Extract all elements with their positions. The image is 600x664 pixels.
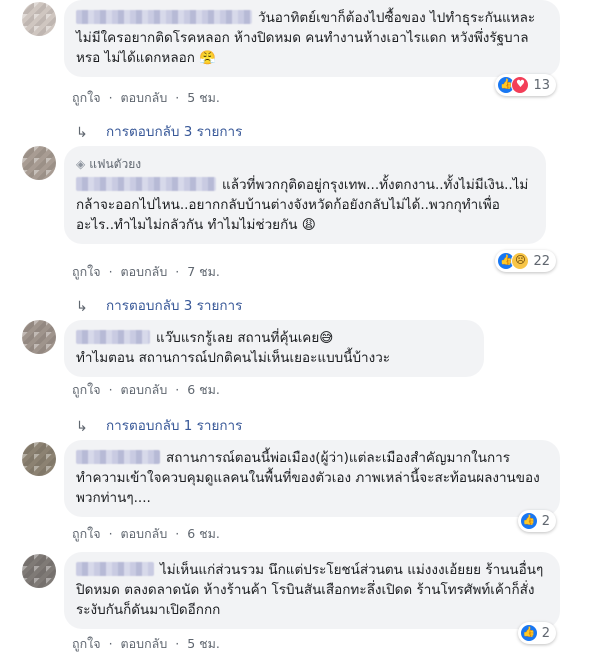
sad-icon: ☹ [511, 252, 530, 270]
reactions[interactable]: 👍 ♥ 13 [495, 74, 556, 96]
commenter-name[interactable] [76, 450, 160, 464]
view-replies[interactable]: ↳ การตอบกลับ 3 รายการ [76, 294, 242, 316]
diamond-icon: ◈ [76, 157, 86, 171]
commenter-name[interactable] [76, 562, 154, 576]
comment-bubble: ◈ แฟนตัวยง แล้วที่พวกกุติดอยู่กรุงเทพ...ท… [64, 146, 546, 244]
like-icon: 👍 [519, 624, 538, 642]
reply-link[interactable]: ตอบกลับ [121, 90, 168, 105]
comment-actions: ถูกใจ · ตอบกลับ · 6 ชม. [72, 526, 220, 541]
replies-label[interactable]: การตอบกลับ 3 รายการ [106, 120, 242, 142]
timestamp[interactable]: 6 ชม. [187, 382, 220, 397]
comment-actions: ถูกใจ · ตอบกลับ · 5 ชม. [72, 636, 220, 651]
comment-bubble: สถานการณ์ตอนนี้พ่อเมือง(ผู้ว่า)แต่ละเมือ… [64, 440, 560, 517]
reactions[interactable]: 👍 ☹ 22 [495, 250, 556, 272]
love-icon: ♥ [511, 76, 530, 94]
replies-label[interactable]: การตอบกลับ 1 รายการ [106, 414, 242, 436]
comment-actions: ถูกใจ · ตอบกลับ · 7 ชม. [72, 264, 220, 279]
fan-badge: ◈ แฟนตัวยง [76, 157, 142, 171]
comment-text-line2: ทำไมตอน สถานการณ์ปกติคนไม่เห็นเยอะแบบนี้… [76, 350, 391, 366]
reactions[interactable]: 👍 2 [517, 510, 556, 532]
commenter-name[interactable] [76, 177, 216, 191]
replies-label[interactable]: การตอบกลับ 3 รายการ [106, 294, 242, 316]
like-link[interactable]: ถูกใจ [72, 90, 101, 105]
reply-link[interactable]: ตอบกลับ [121, 382, 168, 397]
commenter-name[interactable] [76, 330, 150, 344]
reply-link[interactable]: ตอบกลับ [121, 264, 168, 279]
comment-bubble: แว๊บแรกรู้เลย สถานที่คุ้นเคย😅 ทำไมตอน สถ… [64, 320, 484, 377]
like-link[interactable]: ถูกใจ [72, 636, 101, 651]
comment-actions: ถูกใจ · ตอบกลับ · 5 ชม. [72, 90, 220, 105]
reaction-count: 13 [533, 77, 550, 93]
reply-arrow-icon: ↳ [76, 125, 88, 141]
timestamp[interactable]: 5 ชม. [187, 636, 220, 651]
avatar[interactable] [22, 554, 56, 588]
commenter-name[interactable] [76, 10, 252, 24]
avatar[interactable] [22, 320, 56, 354]
avatar[interactable] [22, 2, 56, 36]
reaction-count: 22 [533, 253, 550, 269]
comment-bubble: วันอาทิตย์เขาก็ต้องไปซื้อของ ไปทำธุระกัน… [64, 0, 560, 77]
comment-bubble: ไม่เห็นแก่ส่วนรวม นึกแต่ประโยชน์ส่วนตน แ… [64, 552, 560, 629]
view-replies[interactable]: ↳ การตอบกลับ 3 รายการ [76, 120, 242, 142]
comment-text-line1: แว๊บแรกรู้เลย สถานที่คุ้นเคย😅 [156, 330, 334, 346]
reaction-count: 2 [541, 513, 550, 529]
like-link[interactable]: ถูกใจ [72, 382, 101, 397]
reactions[interactable]: 👍 2 [517, 622, 556, 644]
avatar[interactable] [22, 146, 56, 180]
avatar[interactable] [22, 442, 56, 476]
reaction-count: 2 [541, 625, 550, 641]
like-icon: 👍 [519, 512, 538, 530]
reply-link[interactable]: ตอบกลับ [121, 526, 168, 541]
like-link[interactable]: ถูกใจ [72, 526, 101, 541]
timestamp[interactable]: 5 ชม. [187, 90, 220, 105]
timestamp[interactable]: 6 ชม. [187, 526, 220, 541]
timestamp[interactable]: 7 ชม. [187, 264, 220, 279]
reply-arrow-icon: ↳ [76, 419, 88, 435]
view-replies[interactable]: ↳ การตอบกลับ 1 รายการ [76, 414, 242, 436]
like-link[interactable]: ถูกใจ [72, 264, 101, 279]
comment-actions: ถูกใจ · ตอบกลับ · 6 ชม. [72, 382, 220, 397]
reply-link[interactable]: ตอบกลับ [121, 636, 168, 651]
reply-arrow-icon: ↳ [76, 299, 88, 315]
